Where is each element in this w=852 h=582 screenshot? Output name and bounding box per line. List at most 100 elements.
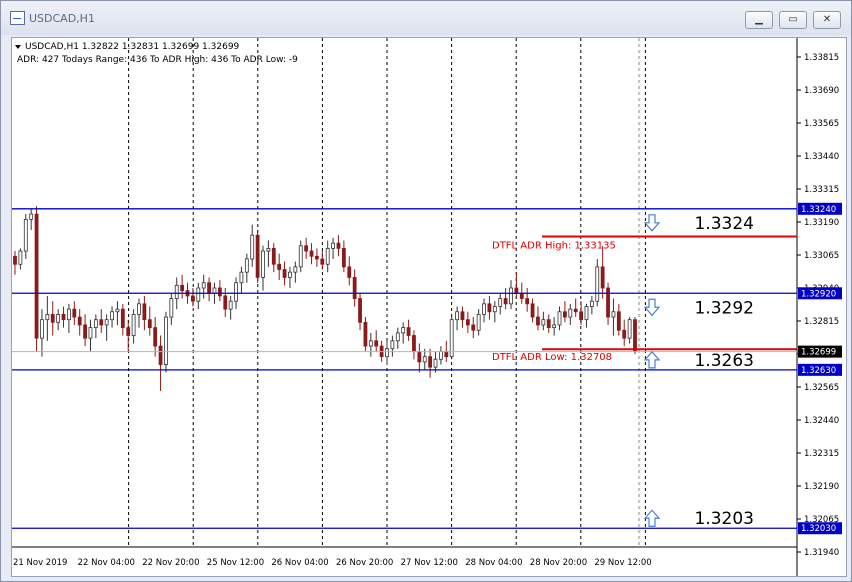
candle-body <box>589 300 594 307</box>
arrow-down-icon <box>643 214 661 232</box>
candle-body <box>347 266 352 278</box>
candle-body <box>266 247 271 252</box>
candle-body <box>169 298 174 318</box>
chart-area[interactable]: 1.33815 1.33690 1.33565 1.33440 1.33315 1.331… <box>11 37 847 577</box>
close-button[interactable]: ✕ <box>813 11 841 29</box>
candle-body <box>395 332 400 342</box>
adr-low-label: DTFL ADR Low: 1.32708 <box>492 352 612 363</box>
chart-info-line1: USDCAD,H1 1.32822 1.32831 1.32699 1.3269… <box>25 42 240 52</box>
candle-body <box>482 303 486 315</box>
candle-body <box>471 324 476 331</box>
candle-body <box>110 311 114 321</box>
candle-body <box>325 247 330 265</box>
level-label: 1.3263 <box>695 351 754 371</box>
info-dropdown-icon[interactable] <box>15 45 21 49</box>
maximize-button[interactable]: ▭ <box>779 11 807 29</box>
y-tick-label: 1.33815 <box>804 53 839 63</box>
candle-body <box>417 350 422 363</box>
candle-body <box>600 266 605 289</box>
level-price-tag-text: 1.32920 <box>801 289 836 299</box>
minimize-icon: ▁ <box>755 14 763 25</box>
candle-body <box>72 308 77 318</box>
candle-body <box>50 313 55 323</box>
x-tick-label: 22 Nov 20:00 <box>142 558 199 568</box>
candle-body <box>422 356 427 363</box>
candle-body <box>315 255 319 260</box>
candle-body <box>336 242 341 249</box>
current-price-text: 1.32699 <box>801 348 836 358</box>
candle-body <box>616 311 621 331</box>
candle-body <box>255 234 260 278</box>
candle-body <box>530 303 535 318</box>
x-tick-label: 28 Nov 04:00 <box>465 558 522 568</box>
price-chart[interactable]: 1.33815 1.33690 1.33565 1.33440 1.33315 1.331… <box>12 38 846 576</box>
minimize-button[interactable]: ▁ <box>745 11 773 29</box>
candle-body <box>142 303 147 321</box>
candle-body <box>358 298 362 323</box>
candle-body <box>412 335 416 352</box>
candle-body <box>153 327 158 347</box>
candle-body <box>487 303 492 313</box>
candle-body <box>56 313 61 323</box>
candle-body <box>568 308 573 318</box>
chart-window: USDCAD,H1 ▁ ▭ ✕ 1.33815 1.33690 1.33565 1.3… <box>0 0 852 582</box>
candle-body <box>509 287 513 305</box>
candle-body <box>115 308 120 313</box>
candle-body <box>546 319 551 328</box>
candle-body <box>573 308 578 313</box>
x-tick-label: 26 Nov 04:00 <box>271 558 328 568</box>
candle-body <box>67 308 71 321</box>
y-tick-label: 1.32565 <box>804 383 839 393</box>
candle-body <box>633 319 637 352</box>
candle-body <box>557 311 562 326</box>
candle-body <box>158 345 163 365</box>
candle-body <box>595 266 600 302</box>
candle-body <box>120 308 125 328</box>
candle-body <box>277 263 282 270</box>
candle-body <box>93 319 98 328</box>
candle-body <box>406 327 411 336</box>
maximize-icon: ▭ <box>788 14 798 25</box>
candle-body <box>492 306 497 313</box>
y-tick-label: 1.32440 <box>804 416 839 426</box>
candle-body <box>401 327 406 334</box>
candle-body <box>439 350 443 360</box>
candle-body <box>514 287 519 294</box>
level-label: 1.3203 <box>695 509 754 529</box>
candle-body <box>503 298 508 305</box>
candle-body <box>23 218 28 252</box>
chart-app-icon <box>10 11 25 25</box>
candle-body <box>622 329 627 339</box>
y-tick-label: 1.31940 <box>804 548 839 558</box>
candle-body <box>465 319 470 326</box>
y-tick-label: 1.33315 <box>804 185 839 195</box>
title-bar[interactable]: USDCAD,H1 ▁ ▭ ✕ <box>1 1 851 35</box>
candle-body <box>320 258 325 265</box>
candle-body <box>244 258 249 273</box>
candle-body <box>374 340 379 347</box>
arrow-down-icon <box>643 298 661 317</box>
candle-body <box>455 311 459 321</box>
candle-body <box>77 316 82 326</box>
candle-body <box>309 250 314 257</box>
candle-body <box>460 311 465 321</box>
candle-body <box>584 306 589 321</box>
candle-body <box>444 350 449 358</box>
candle-body <box>552 324 557 328</box>
candle-body <box>223 295 228 310</box>
candle-body <box>498 298 503 307</box>
candle-body <box>126 327 131 336</box>
candle-body <box>449 319 454 358</box>
candle-body <box>104 319 109 326</box>
candle-body <box>563 311 567 318</box>
candle-body <box>234 282 238 302</box>
arrow-up-icon <box>643 509 661 527</box>
candle-body <box>390 340 395 350</box>
candle-body <box>282 269 287 278</box>
adr-high-label: DTFL ADR High: 1.33135 <box>492 241 616 252</box>
candle-body <box>331 242 335 249</box>
y-tick-label: 1.33440 <box>804 152 839 162</box>
candle-body <box>99 319 104 326</box>
candle-body <box>525 298 530 305</box>
candle-body <box>341 247 346 268</box>
